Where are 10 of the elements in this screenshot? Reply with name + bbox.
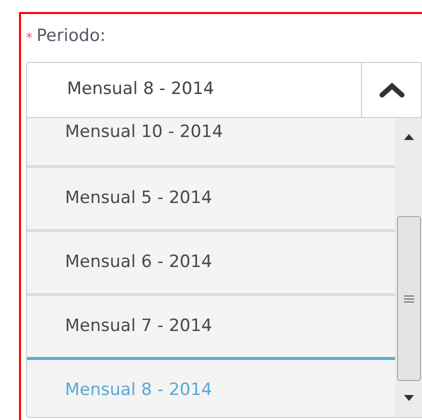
- select-value: Mensual 8 - 2014: [66, 78, 216, 102]
- scrollbar[interactable]: [395, 118, 422, 417]
- scroll-down-icon[interactable]: [404, 395, 414, 401]
- scroll-up-icon[interactable]: [404, 134, 414, 140]
- required-mark: *: [26, 32, 32, 45]
- dropdown-option[interactable]: Mensual 10 - 2014: [27, 118, 395, 165]
- grip-icon: [404, 294, 414, 302]
- scrollbar-thumb[interactable]: [396, 216, 420, 381]
- period-select[interactable]: Mensual 8 - 2014: [26, 62, 422, 118]
- field-label: Periodo:: [36, 28, 106, 45]
